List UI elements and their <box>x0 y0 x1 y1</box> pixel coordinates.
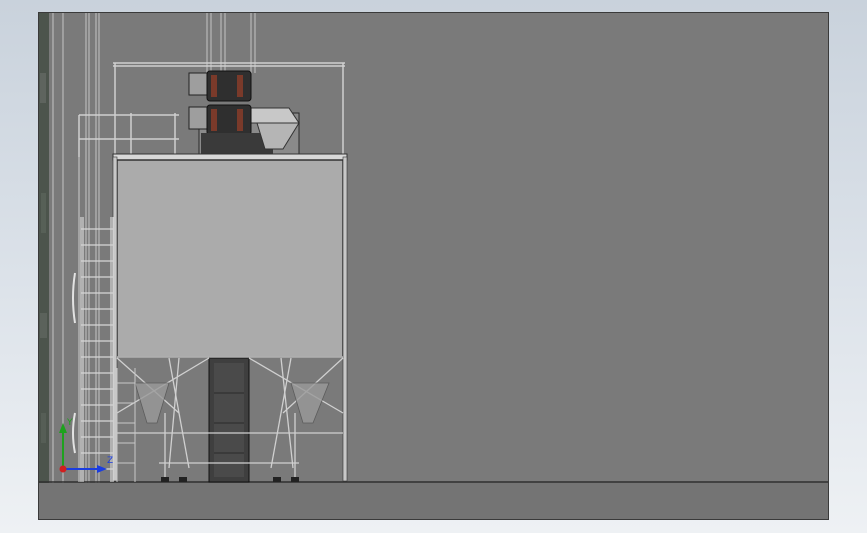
floor-slab <box>39 481 828 519</box>
coordinate-triad: Y Z <box>59 418 113 473</box>
y-axis-label: Y <box>66 418 73 428</box>
cad-model-scene[interactable] <box>39 13 829 520</box>
side-ladder <box>116 368 136 482</box>
z-axis-label: Z <box>107 456 113 466</box>
graphics-viewport[interactable]: Y Z <box>38 12 829 520</box>
z-axis-arrow <box>97 465 107 473</box>
triad-origin <box>59 465 67 473</box>
elevator-drive-head <box>188 70 300 157</box>
y-axis-arrow <box>59 423 67 433</box>
platform-deck <box>112 153 348 161</box>
rock-wall <box>39 13 49 483</box>
